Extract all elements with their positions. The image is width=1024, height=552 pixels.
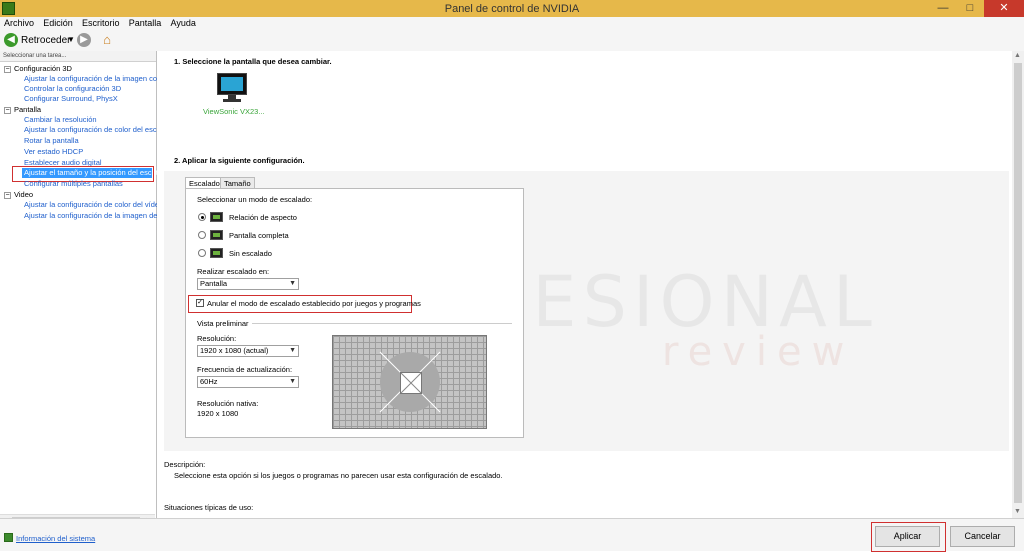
task-sidebar: Seleccionar una tarea... − Configuración …	[0, 51, 160, 529]
menu-archivo[interactable]: Archivo	[0, 17, 34, 28]
fullscreen-icon	[210, 230, 223, 240]
forward-arrow-icon[interactable]: ▶	[77, 33, 91, 47]
radio-fullscreen[interactable]	[198, 231, 206, 239]
collapse-icon[interactable]: −	[4, 106, 11, 114]
chevron-down-icon: ▼	[289, 347, 296, 354]
chevron-down-icon: ▼	[289, 280, 296, 287]
footer-bar: Información del sistema Aplicar Cancelar	[0, 518, 1024, 552]
mode-label: Seleccionar un modo de escalado:	[197, 195, 313, 204]
description-text: Seleccione esta opción si los juegos o p…	[174, 471, 503, 480]
step1-heading: 1. Seleccione la pantalla que desea camb…	[174, 57, 332, 66]
home-icon[interactable]: ⌂	[99, 32, 115, 48]
scrollbar-thumb[interactable]	[1014, 63, 1022, 503]
perform-on-select[interactable]: Pantalla ▼	[197, 278, 299, 290]
content-vscrollbar[interactable]: ▲ ▼	[1012, 51, 1024, 518]
back-arrow-icon[interactable]: ◀	[4, 33, 18, 47]
tree-item[interactable]: Controlar la configuración 3D	[0, 84, 176, 94]
minimize-button[interactable]: —	[930, 0, 956, 17]
chevron-down-icon: ▼	[289, 378, 296, 385]
monitor-icon[interactable]	[217, 73, 247, 103]
apply-button[interactable]: Aplicar	[875, 526, 940, 547]
sidebar-header: Seleccionar una tarea...	[0, 51, 156, 62]
tree-item[interactable]: Configurar Surround, PhysX	[0, 94, 176, 104]
collapse-icon[interactable]: −	[4, 65, 11, 73]
divider	[252, 323, 512, 324]
resolution-label: Resolución:	[197, 334, 237, 343]
override-label[interactable]: Anular el modo de escalado establecido p…	[207, 299, 421, 308]
menu-bar: Archivo Edición Escritorio Pantalla Ayud…	[0, 17, 1024, 30]
system-info-link[interactable]: Información del sistema	[4, 533, 95, 543]
tree-group-pantalla[interactable]: − Pantalla	[0, 105, 152, 115]
radio-aspect[interactable]	[198, 213, 206, 221]
scroll-down-icon[interactable]: ▼	[1014, 508, 1021, 515]
tree-item[interactable]: Rotar la pantalla	[0, 136, 176, 146]
watermark-subtext: review	[662, 329, 855, 375]
close-button[interactable]: ✕	[984, 0, 1024, 17]
aspect-ratio-icon	[210, 212, 223, 222]
maximize-button[interactable]: □	[957, 0, 983, 17]
tree-item[interactable]: Ver estado HDCP	[0, 147, 176, 157]
tree-item[interactable]: Ajustar la configuración de la imagen co…	[0, 74, 176, 84]
scaling-tab-panel: Seleccionar un modo de escalado: Relació…	[185, 188, 524, 438]
tree-item[interactable]: Cambiar la resolución	[0, 115, 176, 125]
monitor-label[interactable]: ViewSonic VX23...	[203, 107, 265, 116]
toolbar: ◀ Retroceder ▼ ▶ ⌂	[0, 30, 1024, 52]
radio-aspect-label[interactable]: Relación de aspecto	[229, 213, 297, 222]
tree-item[interactable]: Configurar múltiples pantallas	[0, 179, 176, 189]
back-dropdown-icon[interactable]: ▼	[67, 35, 75, 44]
step2-heading: 2. Aplicar la siguiente configuración.	[174, 156, 305, 165]
radio-fullscreen-label[interactable]: Pantalla completa	[229, 231, 289, 240]
refresh-select[interactable]: 60Hz ▼	[197, 376, 299, 388]
perform-on-label: Realizar escalado en:	[197, 267, 270, 276]
system-info-icon	[4, 533, 13, 542]
tree-group-3d[interactable]: − Configuración 3D	[0, 64, 152, 74]
description-label: Descripción:	[164, 460, 206, 469]
menu-pantalla[interactable]: Pantalla	[125, 17, 162, 28]
collapse-icon[interactable]: −	[4, 191, 11, 199]
preview-center-square	[400, 372, 422, 394]
scroll-up-icon[interactable]: ▲	[1014, 52, 1021, 59]
radio-noscale-label[interactable]: Sin escalado	[229, 249, 272, 258]
refresh-label: Frecuencia de actualización:	[197, 365, 293, 374]
native-resolution-label: Resolución nativa:	[197, 399, 259, 408]
window-title: Panel de control de NVIDIA	[444, 3, 580, 15]
back-button-label[interactable]: Retroceder	[21, 35, 70, 46]
resolution-select[interactable]: 1920 x 1080 (actual) ▼	[197, 345, 299, 357]
override-checkbox[interactable]: ✓	[196, 299, 204, 307]
no-scaling-icon	[210, 248, 223, 258]
title-bar: Panel de control de NVIDIA — □ ✕	[0, 0, 1024, 17]
tree-group-video[interactable]: − Video	[0, 190, 152, 200]
menu-ayuda[interactable]: Ayuda	[167, 17, 196, 28]
preview-label: Vista preliminar	[197, 319, 249, 328]
native-resolution-value: 1920 x 1080	[197, 409, 239, 418]
tree-item[interactable]: Ajustar la configuración de color del es…	[0, 125, 176, 135]
menu-edicion[interactable]: Edición	[39, 17, 73, 28]
radio-noscale[interactable]	[198, 249, 206, 257]
cancel-button[interactable]: Cancelar	[950, 526, 1015, 547]
tree-item[interactable]: Ajustar la configuración de color del ví…	[0, 200, 176, 210]
scaling-preview	[332, 335, 487, 429]
menu-escritorio[interactable]: Escritorio	[78, 17, 120, 28]
typical-usage-label: Situaciones típicas de uso:	[164, 503, 254, 512]
tree-item[interactable]: Ajustar la configuración de la imagen de	[0, 211, 176, 221]
main-content: 1. Seleccione la pantalla que desea camb…	[157, 51, 1012, 518]
